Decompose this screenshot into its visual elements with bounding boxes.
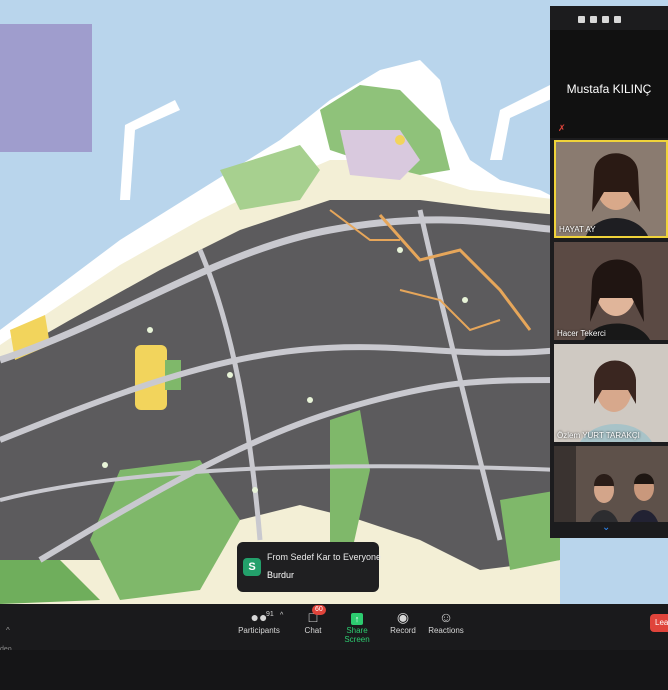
leave-button[interactable]: Leav xyxy=(650,614,668,632)
poi-marker xyxy=(102,462,108,468)
meeting-toolbar: ^ deo ●● 91 ^ Participants □ 60 Chat ↑ S… xyxy=(0,604,668,653)
active-speaker-name: Mustafa KILINÇ xyxy=(566,82,652,96)
active-speaker-tile[interactable]: Mustafa KILINÇ ✗ xyxy=(550,30,668,138)
participant-name: Hacer Tekerci xyxy=(557,329,606,338)
participant-name: HAYAT AY xyxy=(559,225,596,234)
record-label: Record xyxy=(390,626,416,635)
chat-message: Burdur xyxy=(267,570,295,580)
record-button[interactable]: ◉ Record xyxy=(388,608,418,635)
reactions-icon: ☺ xyxy=(438,609,454,625)
share-screen-icon: ↑ xyxy=(351,613,363,625)
poi-marker xyxy=(462,297,468,303)
participants-button[interactable]: ●● 91 ^ Participants xyxy=(236,608,283,635)
speaker-view-icon[interactable] xyxy=(578,16,585,23)
poi-marker xyxy=(395,135,405,145)
participant-tile[interactable]: HAYAT AY xyxy=(554,140,668,238)
poi-marker xyxy=(227,372,233,378)
caret-up-icon[interactable]: ^ xyxy=(280,612,283,619)
participant-tile[interactable] xyxy=(554,446,668,522)
share-screen-label: Share Screen xyxy=(344,626,370,644)
chat-unread-badge: 60 xyxy=(312,605,326,615)
chevron-down-icon[interactable]: ⌄ xyxy=(602,522,610,533)
chat-sender: From Sedef Kar to Everyone xyxy=(267,552,382,562)
chat-button[interactable]: □ 60 Chat xyxy=(298,605,328,635)
video-panel: Mustafa KILINÇ ✗ HAYAT AY Hacer Tekerci xyxy=(550,6,668,538)
participant-tile[interactable]: Özlem YURT TARAKÇI xyxy=(554,344,668,442)
map-overlay-box xyxy=(0,24,92,152)
participant-name: Özlem YURT TARAKÇI xyxy=(557,431,640,440)
sender-avatar: S xyxy=(243,558,261,576)
poi-marker xyxy=(397,247,403,253)
participant-video xyxy=(556,142,666,236)
panel-topbar xyxy=(558,12,668,28)
gallery-view-icon[interactable] xyxy=(590,16,597,23)
shared-screen: Mustafa KILINÇ ✗ HAYAT AY Hacer Tekerci xyxy=(0,0,668,604)
reactions-label: Reactions xyxy=(428,626,464,635)
chevron-up-icon[interactable]: ^ xyxy=(6,626,10,635)
share-screen-button[interactable]: ↑ Share Screen xyxy=(334,608,380,644)
muted-mic-icon: ✗ xyxy=(558,123,566,133)
poi-marker xyxy=(252,487,258,493)
participant-video xyxy=(554,446,668,522)
participant-video xyxy=(554,242,668,340)
participant-video xyxy=(554,344,668,442)
poi-marker xyxy=(147,327,153,333)
chat-notification[interactable]: S From Sedef Kar to Everyone Burdur xyxy=(237,542,382,592)
monitor-bezel xyxy=(0,650,668,690)
strip-view-icon[interactable] xyxy=(602,16,609,23)
participant-tile[interactable]: Hacer Tekerci xyxy=(554,242,668,340)
participants-count: 91 xyxy=(266,611,274,618)
poi-marker xyxy=(307,397,313,403)
reactions-button[interactable]: ☺ Reactions xyxy=(428,608,464,635)
chat-label: Chat xyxy=(304,626,322,635)
participants-label: Participants xyxy=(238,626,280,635)
record-icon: ◉ xyxy=(396,609,410,625)
grid-view-icon[interactable] xyxy=(614,16,621,23)
participants-icon: ●● xyxy=(250,609,268,625)
